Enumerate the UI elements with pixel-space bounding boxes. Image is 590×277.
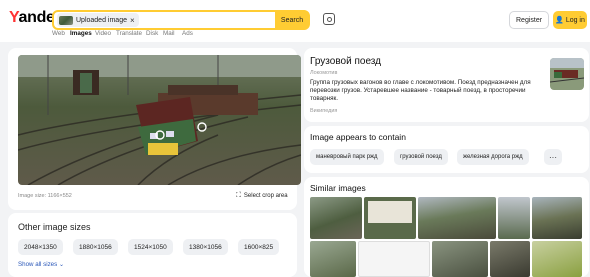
- similar-image-thumbnail[interactable]: [418, 197, 496, 239]
- tag-chip[interactable]: грузовой поезд: [394, 149, 448, 165]
- object-source[interactable]: Википедия: [310, 108, 337, 114]
- other-sizes-card: Other image sizes 2048×1350 1880×1056 15…: [8, 213, 297, 277]
- similar-image-thumbnail[interactable]: [532, 197, 582, 239]
- image-size-text: Image size: 1166×552: [18, 193, 72, 199]
- similar-image-thumbnail[interactable]: [498, 197, 530, 239]
- camera-search-icon[interactable]: [323, 13, 335, 25]
- tag-chip[interactable]: маневровый парк ржд: [310, 149, 384, 165]
- nav-disk[interactable]: Disk: [146, 30, 158, 37]
- nav-images[interactable]: Images: [70, 30, 92, 37]
- show-all-label: Show all sizes: [18, 261, 58, 268]
- search-button[interactable]: Search: [275, 10, 309, 30]
- similar-image-thumbnail[interactable]: [358, 241, 430, 277]
- similar-image-thumbnail[interactable]: [364, 197, 416, 239]
- login-button[interactable]: 👤 Log in: [553, 11, 587, 29]
- nav-translate[interactable]: Translate: [116, 30, 142, 37]
- size-chip[interactable]: 1600×825: [238, 239, 280, 255]
- image-contains-title: Image appears to contain: [310, 132, 406, 142]
- size-chip[interactable]: 1380×1056: [183, 239, 228, 255]
- crop-icon: ⛶: [236, 192, 241, 199]
- object-description: Группа грузовых вагонов во главе с локом…: [310, 79, 531, 102]
- crop-label: Select crop area: [243, 193, 288, 199]
- nav-mail[interactable]: Mail: [163, 30, 175, 37]
- similar-image-thumbnail[interactable]: [310, 197, 362, 239]
- other-sizes-title: Other image sizes: [18, 222, 91, 232]
- uploaded-image-label: Uploaded image: [76, 16, 127, 24]
- object-subtitle: Локомотив: [310, 70, 338, 76]
- similar-images-card: Similar images: [304, 177, 589, 277]
- object-info-card: Грузовой поезд Локомотив Группа грузовых…: [304, 48, 589, 122]
- chevron-down-icon: ⌄: [58, 261, 65, 268]
- main-image-card: Image size: 1166×552 ⛶ Select crop area: [8, 48, 301, 210]
- nav-ads[interactable]: Ads: [182, 30, 193, 37]
- uploaded-image-chip[interactable]: Uploaded image ×: [57, 13, 139, 27]
- object-title[interactable]: Грузовой поезд: [310, 56, 381, 67]
- user-icon: 👤: [555, 17, 564, 24]
- service-nav: Web Images Video Translate Disk Mail Ads: [0, 28, 590, 42]
- similar-image-thumbnail[interactable]: [310, 241, 356, 277]
- size-chip[interactable]: 1880×1056: [73, 239, 118, 255]
- close-icon[interactable]: ×: [130, 16, 135, 25]
- image-contains-card: Image appears to contain маневровый парк…: [304, 126, 589, 173]
- register-button[interactable]: Register: [509, 11, 550, 29]
- uploaded-image-thumbnail: [59, 15, 73, 25]
- more-tags-button[interactable]: ···: [544, 149, 562, 165]
- header: Yandex Uploaded image × Search Register …: [0, 0, 590, 42]
- similar-image-thumbnail[interactable]: [432, 241, 488, 277]
- nav-video[interactable]: Video: [95, 30, 111, 37]
- show-all-sizes-link[interactable]: Show all sizes ⌄: [18, 261, 64, 268]
- object-thumbnail[interactable]: [550, 58, 584, 90]
- tag-chip[interactable]: железная дорога ржд: [457, 149, 529, 165]
- uploaded-photo[interactable]: [18, 55, 301, 185]
- similar-image-thumbnail[interactable]: [490, 241, 530, 277]
- size-chip[interactable]: 1524×1050: [128, 239, 173, 255]
- size-chip[interactable]: 2048×1350: [18, 239, 63, 255]
- similar-image-thumbnail[interactable]: [532, 241, 582, 277]
- select-crop-area-button[interactable]: ⛶ Select crop area: [232, 189, 292, 203]
- nav-web[interactable]: Web: [52, 30, 65, 37]
- search-box[interactable]: Uploaded image × Search: [52, 10, 310, 30]
- login-label: Log in: [565, 16, 585, 24]
- similar-images-title: Similar images: [310, 183, 366, 193]
